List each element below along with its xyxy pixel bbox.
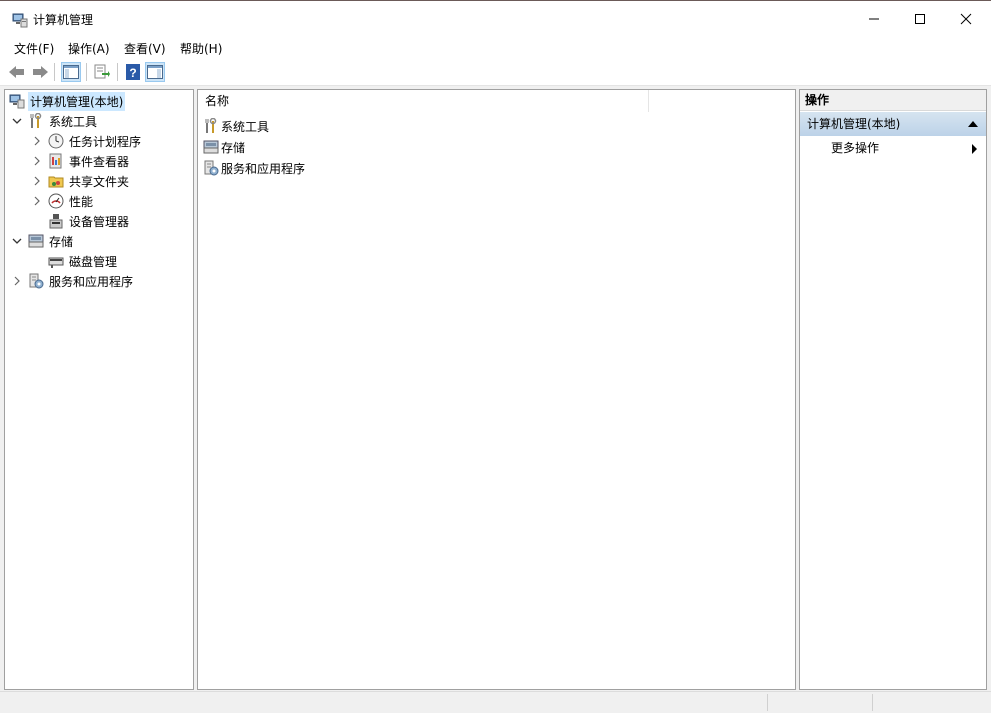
computer-management-window: 计算机管理 文件(F) 操作(A) 查看(V) 帮助(H) ? 计算机管理(本地…: [0, 0, 991, 713]
results-list[interactable]: 名称 系统工具 存储 服务和应用程序: [197, 89, 796, 690]
menu-help[interactable]: 帮助(H): [180, 40, 222, 57]
window-title: 计算机管理: [33, 13, 94, 27]
close-button[interactable]: [943, 1, 989, 37]
tree-item-computer-management-local[interactable]: 计算机管理(本地): [9, 91, 126, 111]
tree-item-label: 存储: [49, 234, 74, 249]
tree-item-system-tools[interactable]: 系统工具: [11, 111, 97, 131]
storage-icon: [28, 233, 44, 249]
close-icon: [960, 13, 972, 25]
actions-group-label: 计算机管理(本地): [807, 117, 901, 131]
export-list-button[interactable]: [92, 62, 112, 82]
list-item-storage[interactable]: 存储: [203, 137, 245, 157]
clock-icon: [48, 133, 64, 149]
toolbar: ?: [0, 59, 991, 86]
title-bar[interactable]: 计算机管理: [0, 1, 991, 37]
actions-group-computer-management[interactable]: 计算机管理(本地): [800, 112, 986, 136]
chevron-right-icon[interactable]: [31, 195, 43, 207]
tree-item-label: 服务和应用程序: [49, 274, 134, 289]
list-item-label: 系统工具: [221, 119, 270, 134]
minimize-button[interactable]: [851, 1, 897, 37]
storage-icon: [203, 139, 219, 155]
event-viewer-icon: [48, 153, 64, 169]
tree-item-device-manager[interactable]: 设备管理器: [31, 211, 129, 231]
column-header-name[interactable]: 名称: [198, 90, 649, 112]
chevron-right-icon[interactable]: [31, 135, 43, 147]
list-item-label: 服务和应用程序: [221, 161, 306, 176]
tree-item-disk-management[interactable]: 磁盘管理: [31, 251, 117, 271]
maximize-button[interactable]: [897, 1, 943, 37]
chevron-right-icon[interactable]: [11, 275, 23, 287]
menu-bar: 文件(F) 操作(A) 查看(V) 帮助(H): [0, 37, 991, 59]
toolbar-separator: [54, 63, 55, 81]
tree-item-label: 系统工具: [49, 114, 98, 129]
shared-folder-icon: [48, 173, 64, 189]
submenu-arrow-icon: [972, 144, 977, 154]
tree-item-label: 磁盘管理: [69, 254, 118, 269]
help-button[interactable]: ?: [123, 62, 143, 82]
more-actions-item[interactable]: 更多操作: [831, 138, 879, 158]
computer-management-icon: [9, 93, 25, 109]
performance-icon: [48, 193, 64, 209]
actions-header: 操作: [800, 90, 986, 111]
console-tree-icon: [63, 65, 79, 79]
forward-arrow-icon: [33, 66, 48, 78]
action-pane-icon: [147, 65, 163, 79]
services-icon: [28, 273, 44, 289]
tree-item-services-and-applications[interactable]: 服务和应用程序: [11, 271, 133, 291]
tree-item-shared-folders[interactable]: 共享文件夹: [31, 171, 129, 191]
console-tree[interactable]: 计算机管理(本地) 系统工具 任务计划程序 事件查看器 共享文件夹 性能 设备管…: [4, 89, 194, 690]
menu-view[interactable]: 查看(V): [124, 40, 166, 57]
tree-item-label: 计算机管理(本地): [28, 91, 126, 111]
chevron-down-icon[interactable]: [11, 115, 23, 127]
show-hide-action-pane-button[interactable]: [145, 62, 165, 82]
tree-item-performance[interactable]: 性能: [31, 191, 93, 211]
chevron-right-icon[interactable]: [31, 175, 43, 187]
tree-item-label: 设备管理器: [69, 214, 130, 229]
status-bar: [0, 691, 991, 713]
tree-item-task-scheduler[interactable]: 任务计划程序: [31, 131, 141, 151]
disk-icon: [48, 253, 64, 269]
device-manager-icon: [48, 213, 64, 229]
services-icon: [203, 160, 219, 176]
toolbar-separator: [86, 63, 87, 81]
menu-file[interactable]: 文件(F): [14, 40, 54, 57]
list-item-label: 存储: [221, 140, 246, 155]
chevron-down-icon[interactable]: [11, 235, 23, 247]
back-arrow-icon: [9, 66, 24, 78]
svg-text:?: ?: [129, 66, 136, 80]
forward-button[interactable]: [30, 62, 50, 82]
maximize-icon: [915, 14, 925, 24]
list-item-services-and-applications[interactable]: 服务和应用程序: [203, 158, 305, 178]
status-divider: [872, 694, 873, 711]
computer-management-icon: [12, 12, 28, 28]
list-header: 名称: [198, 90, 795, 113]
collapse-up-icon[interactable]: [968, 121, 978, 127]
help-icon: ?: [126, 64, 140, 80]
tree-item-label: 性能: [69, 194, 94, 209]
actions-pane: 操作 计算机管理(本地) 更多操作: [799, 89, 987, 690]
tree-item-storage[interactable]: 存储: [11, 231, 73, 251]
toolbar-separator: [117, 63, 118, 81]
tools-icon: [28, 113, 44, 129]
tree-item-label: 事件查看器: [69, 154, 130, 169]
tree-item-event-viewer[interactable]: 事件查看器: [31, 151, 129, 171]
show-hide-console-tree-button[interactable]: [61, 62, 81, 82]
back-button[interactable]: [7, 62, 27, 82]
chevron-right-icon[interactable]: [31, 155, 43, 167]
tree-item-label: 共享文件夹: [69, 174, 130, 189]
minimize-icon: [869, 18, 879, 20]
tree-item-label: 任务计划程序: [69, 134, 142, 149]
status-divider: [767, 694, 768, 711]
menu-action[interactable]: 操作(A): [68, 40, 110, 57]
tools-icon: [203, 118, 219, 134]
list-item-system-tools[interactable]: 系统工具: [203, 116, 269, 136]
export-list-icon: [94, 64, 110, 79]
main-content: 计算机管理(本地) 系统工具 任务计划程序 事件查看器 共享文件夹 性能 设备管…: [0, 86, 991, 691]
